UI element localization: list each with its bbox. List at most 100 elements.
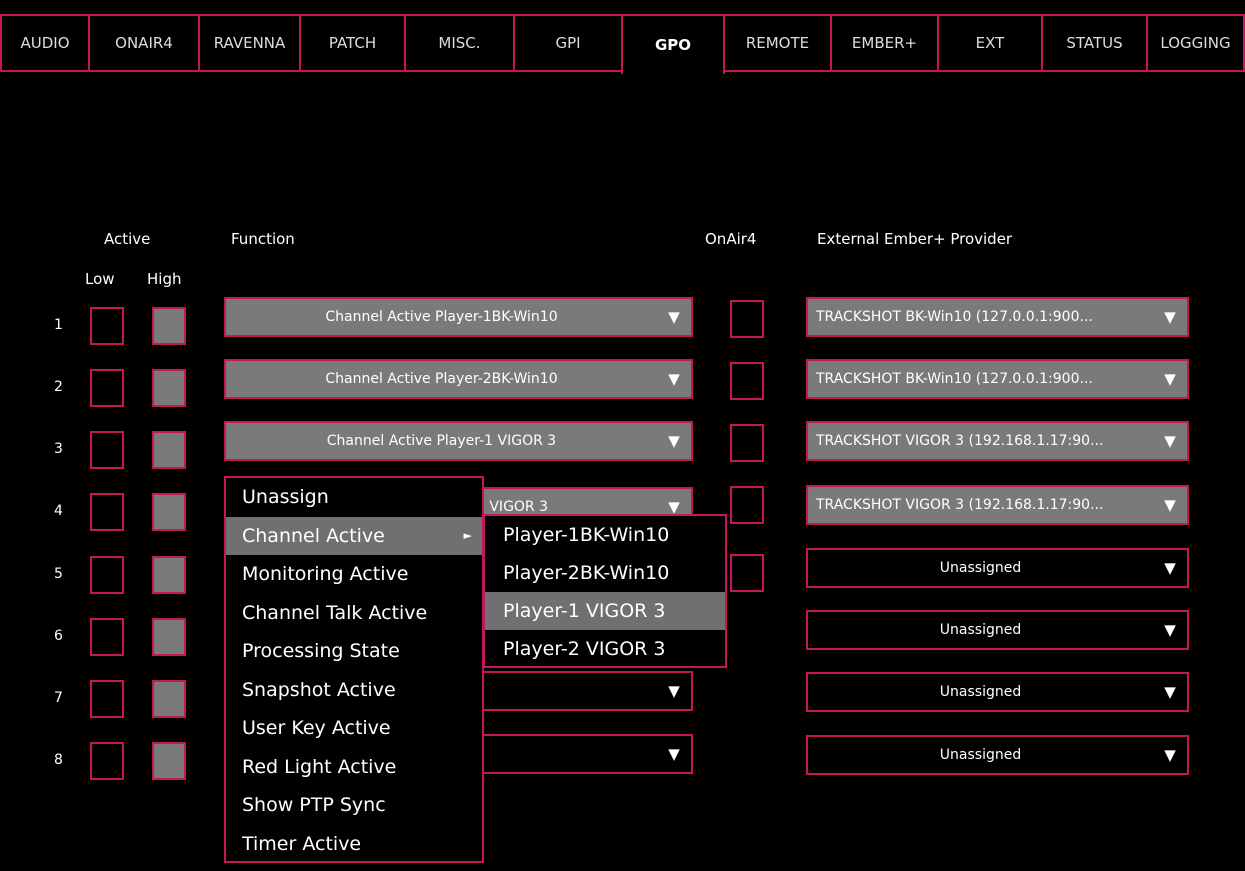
low-checkbox[interactable] — [90, 369, 124, 407]
low-checkbox[interactable] — [90, 680, 124, 718]
chevron-down-icon: ▼ — [1164, 496, 1176, 514]
onair4-checkbox[interactable] — [730, 424, 764, 462]
high-checkbox[interactable] — [152, 431, 186, 469]
row-number: 4 — [54, 503, 63, 519]
low-checkbox[interactable] — [90, 493, 124, 531]
chevron-down-icon: ▼ — [668, 745, 680, 763]
provider-dropdown-value: TRACKSHOT BK-Win10 (127.0.0.1:900... — [816, 309, 1093, 325]
high-checkbox[interactable] — [152, 493, 186, 531]
chevron-down-icon: ▼ — [1164, 683, 1176, 701]
chevron-down-icon: ▼ — [668, 370, 680, 388]
provider-dropdown[interactable]: Unassigned ▼ — [806, 610, 1189, 650]
menu-item-monitoring-active[interactable]: Monitoring Active — [226, 555, 482, 594]
onair4-checkbox[interactable] — [730, 554, 764, 592]
onair4-checkbox[interactable] — [730, 362, 764, 400]
row-number: 8 — [54, 752, 63, 768]
menu-item-processing-state[interactable]: Processing State — [226, 632, 482, 671]
tab-misc[interactable]: MISC. — [404, 14, 515, 72]
chevron-down-icon: ▼ — [1164, 432, 1176, 450]
low-checkbox[interactable] — [90, 618, 124, 656]
tab-ember[interactable]: EMBER+ — [830, 14, 939, 72]
function-dropdown[interactable]: Channel Active Player-2BK-Win10 ▼ — [224, 359, 693, 399]
tab-bar: AUDIO ONAIR4 RAVENNA PATCH MISC. GPI GPO… — [0, 14, 1245, 74]
function-dropdown-value: Channel Active Player-1 VIGOR 3 — [326, 433, 557, 449]
menu-item-red-light-active[interactable]: Red Light Active — [226, 748, 482, 787]
provider-dropdown[interactable]: TRACKSHOT VIGOR 3 (192.168.1.17:90... ▼ — [806, 421, 1189, 461]
submenu-arrow-icon: ► — [463, 529, 472, 543]
tab-status[interactable]: STATUS — [1041, 14, 1148, 72]
onair4-header: OnAir4 — [705, 230, 757, 248]
function-menu: Unassign Channel Active ► Monitoring Acti… — [224, 476, 484, 863]
menu-item-user-key-active[interactable]: User Key Active — [226, 709, 482, 748]
high-checkbox[interactable] — [152, 618, 186, 656]
function-dropdown[interactable]: Channel Active Player-1BK-Win10 ▼ — [224, 297, 693, 337]
menu-item-unassign[interactable]: Unassign — [226, 478, 482, 517]
provider-dropdown-value: Unassigned — [939, 747, 1022, 763]
tab-gpi[interactable]: GPI — [513, 14, 623, 72]
row-number: 2 — [54, 379, 63, 395]
chevron-down-icon: ▼ — [668, 432, 680, 450]
provider-dropdown[interactable]: TRACKSHOT BK-Win10 (127.0.0.1:900... ▼ — [806, 359, 1189, 399]
tab-patch[interactable]: PATCH — [299, 14, 406, 72]
tab-ext[interactable]: EXT — [937, 14, 1043, 72]
menu-item-show-ptp-sync[interactable]: Show PTP Sync — [226, 786, 482, 825]
provider-dropdown[interactable]: TRACKSHOT BK-Win10 (127.0.0.1:900... ▼ — [806, 297, 1189, 337]
high-checkbox[interactable] — [152, 742, 186, 780]
submenu-item-player-1bk[interactable]: Player-1BK-Win10 — [485, 516, 725, 554]
menu-item-channel-talk-active[interactable]: Channel Talk Active — [226, 594, 482, 633]
high-checkbox[interactable] — [152, 307, 186, 345]
low-checkbox[interactable] — [90, 742, 124, 780]
low-checkbox[interactable] — [90, 431, 124, 469]
low-header: Low — [85, 270, 115, 288]
provider-dropdown-value: TRACKSHOT VIGOR 3 (192.168.1.17:90... — [816, 433, 1104, 449]
row-number: 5 — [54, 566, 63, 582]
row-number: 1 — [54, 317, 63, 333]
menu-item-label: Channel Active — [242, 524, 385, 547]
low-checkbox[interactable] — [90, 556, 124, 594]
provider-dropdown-value: Unassigned — [939, 560, 1022, 576]
onair4-checkbox[interactable] — [730, 486, 764, 524]
provider-dropdown[interactable]: Unassigned ▼ — [806, 548, 1189, 588]
chevron-down-icon: ▼ — [668, 308, 680, 326]
provider-dropdown-value: TRACKSHOT VIGOR 3 (192.168.1.17:90... — [816, 497, 1104, 513]
chevron-down-icon: ▼ — [1164, 621, 1176, 639]
chevron-down-icon: ▼ — [668, 682, 680, 700]
low-checkbox[interactable] — [90, 307, 124, 345]
submenu-item-player-1-vigor[interactable]: Player-1 VIGOR 3 — [485, 592, 725, 630]
chevron-down-icon: ▼ — [1164, 370, 1176, 388]
high-checkbox[interactable] — [152, 369, 186, 407]
tab-audio[interactable]: AUDIO — [0, 14, 90, 72]
tab-logging[interactable]: LOGGING — [1146, 14, 1245, 72]
high-checkbox[interactable] — [152, 556, 186, 594]
tab-remote[interactable]: REMOTE — [723, 14, 832, 72]
row-number: 6 — [54, 628, 63, 644]
high-checkbox[interactable] — [152, 680, 186, 718]
chevron-down-icon: ▼ — [1164, 559, 1176, 577]
menu-item-channel-active[interactable]: Channel Active ► — [226, 516, 482, 555]
provider-dropdown-value: Unassigned — [939, 684, 1022, 700]
function-dropdown-value: Channel Active Player-1BK-Win10 — [325, 309, 558, 325]
provider-dropdown[interactable]: Unassigned ▼ — [806, 735, 1189, 775]
channel-submenu: Player-1BK-Win10 Player-2BK-Win10 Player… — [483, 514, 727, 668]
tab-gpo[interactable]: GPO — [621, 14, 725, 74]
function-dropdown[interactable]: Channel Active Player-1 VIGOR 3 ▼ — [224, 421, 693, 461]
menu-item-snapshot-active[interactable]: Snapshot Active — [226, 671, 482, 710]
active-header: Active — [104, 230, 151, 248]
provider-dropdown-value: Unassigned — [939, 622, 1022, 638]
function-dropdown-value: Channel Active Player-2BK-Win10 — [325, 371, 558, 387]
submenu-item-player-2-vigor[interactable]: Player-2 VIGOR 3 — [485, 630, 725, 668]
high-header: High — [147, 270, 182, 288]
tab-ravenna[interactable]: RAVENNA — [198, 14, 301, 72]
function-header: Function — [231, 230, 295, 248]
menu-item-timer-active[interactable]: Timer Active — [226, 825, 482, 864]
onair4-checkbox[interactable] — [730, 300, 764, 338]
row-number: 7 — [54, 690, 63, 706]
provider-header: External Ember+ Provider — [817, 230, 1013, 248]
row-number: 3 — [54, 441, 63, 457]
tab-onair4[interactable]: ONAIR4 — [88, 14, 200, 72]
provider-dropdown[interactable]: TRACKSHOT VIGOR 3 (192.168.1.17:90... ▼ — [806, 485, 1189, 525]
provider-dropdown-value: TRACKSHOT BK-Win10 (127.0.0.1:900... — [816, 371, 1093, 387]
provider-dropdown[interactable]: Unassigned ▼ — [806, 672, 1189, 712]
chevron-down-icon: ▼ — [1164, 308, 1176, 326]
submenu-item-player-2bk[interactable]: Player-2BK-Win10 — [485, 554, 725, 592]
